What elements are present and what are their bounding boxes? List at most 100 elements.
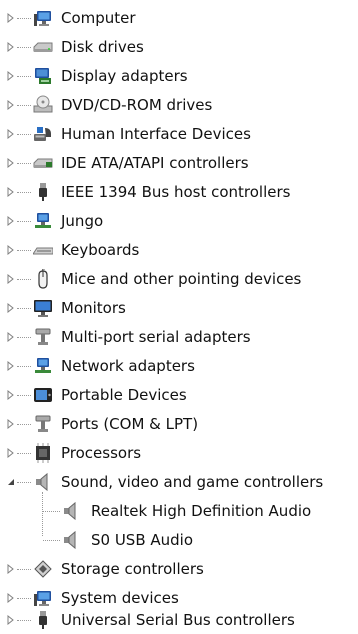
tree-connector (17, 47, 31, 48)
network-computer-icon (33, 211, 53, 231)
expand-arrow-icon[interactable] (6, 100, 16, 110)
ide-controller-icon (33, 153, 53, 173)
tree-item-ports[interactable]: Ports (COM & LPT) (0, 410, 358, 438)
tree-item-label: Mice and other pointing devices (61, 270, 302, 288)
display-adapter-icon (33, 66, 53, 86)
tree-item-label: Monitors (61, 299, 126, 317)
processor-icon (33, 443, 53, 463)
expand-arrow-icon[interactable] (6, 71, 16, 81)
tree-item-label: Human Interface Devices (61, 125, 251, 143)
expand-arrow-icon[interactable] (6, 419, 16, 429)
tree-item-label: System devices (61, 589, 179, 607)
tree-item-label: Sound, video and game controllers (61, 473, 324, 491)
tree-connector (17, 105, 31, 106)
tree-item-ide-controllers[interactable]: IDE ATA/ATAPI controllers (0, 149, 358, 177)
expand-arrow-icon[interactable] (6, 564, 16, 574)
tree-item-ieee1394-controllers[interactable]: IEEE 1394 Bus host controllers (0, 178, 358, 206)
dvd-drive-icon (33, 95, 53, 115)
tree-item-storage-controllers[interactable]: Storage controllers (0, 555, 358, 583)
tree-connector (17, 279, 31, 280)
tree-item-label: Network adapters (61, 357, 195, 375)
expand-arrow-icon[interactable] (6, 303, 16, 313)
tree-item-realtek-audio[interactable]: Realtek High Definition Audio (0, 497, 358, 525)
tree-item-label: Multi-port serial adapters (61, 328, 251, 346)
tree-item-disk-drives[interactable]: Disk drives (0, 33, 358, 61)
tree-connector (17, 395, 31, 396)
expand-arrow-icon[interactable] (6, 187, 16, 197)
tree-item-display-adapters[interactable]: Display adapters (0, 62, 358, 90)
tree-connector (17, 250, 31, 251)
tree-item-label: Computer (61, 9, 136, 27)
tree-connector (17, 76, 31, 77)
expand-arrow-icon[interactable] (6, 13, 16, 23)
storage-controller-icon (33, 559, 53, 579)
tree-item-mice[interactable]: Mice and other pointing devices (0, 265, 358, 293)
tree-item-dvd-cdrom-drives[interactable]: DVD/CD-ROM drives (0, 91, 358, 119)
usb-icon (33, 610, 53, 630)
tree-item-label: Realtek High Definition Audio (91, 502, 312, 520)
tree-connector (17, 424, 31, 425)
expand-arrow-icon[interactable] (6, 361, 16, 371)
tree-connector (17, 482, 31, 483)
tree-item-usb-controllers[interactable]: Universal Serial Bus controllers (0, 606, 358, 634)
network-adapter-icon (33, 356, 53, 376)
expand-arrow-icon[interactable] (6, 158, 16, 168)
tree-item-sound-video-game[interactable]: Sound, video and game controllers (0, 468, 358, 496)
tree-item-label: Processors (61, 444, 142, 462)
tree-item-portable-devices[interactable]: Portable Devices (0, 381, 358, 409)
tree-item-label: IEEE 1394 Bus host controllers (61, 183, 291, 201)
tree-connector (17, 366, 31, 367)
expand-arrow-icon[interactable] (6, 245, 16, 255)
monitor-icon (33, 298, 53, 318)
expand-arrow-icon[interactable] (6, 615, 16, 625)
expand-arrow-icon[interactable] (6, 593, 16, 603)
tree-connector (17, 192, 31, 193)
expand-arrow-icon[interactable] (6, 448, 16, 458)
tree-connector (17, 221, 31, 222)
tree-item-multiport-serial[interactable]: Multi-port serial adapters (0, 323, 358, 351)
keyboard-icon (33, 240, 53, 260)
expand-arrow-icon[interactable] (6, 42, 16, 52)
tree-item-keyboards[interactable]: Keyboards (0, 236, 358, 264)
system-device-icon (33, 588, 53, 608)
tree-item-label: S0 USB Audio (91, 531, 194, 549)
firewire-icon (33, 182, 53, 202)
speaker-icon (61, 530, 81, 550)
tree-item-label: Keyboards (61, 241, 140, 259)
tree-item-jungo[interactable]: Jungo (0, 207, 358, 235)
tree-item-label: Ports (COM & LPT) (61, 415, 199, 433)
tree-item-human-interface-devices[interactable]: Human Interface Devices (0, 120, 358, 148)
disk-drive-icon (33, 37, 53, 57)
tree-item-network-adapters[interactable]: Network adapters (0, 352, 358, 380)
tree-item-monitors[interactable]: Monitors (0, 294, 358, 322)
tree-connector (17, 134, 31, 135)
tree-connector (43, 540, 60, 541)
tree-connector (17, 453, 31, 454)
tree-connector (17, 598, 31, 599)
tree-item-label: DVD/CD-ROM drives (61, 96, 213, 114)
tree-item-computer[interactable]: Computer (0, 4, 358, 32)
tree-item-label: IDE ATA/ATAPI controllers (61, 154, 249, 172)
serial-port-icon (33, 327, 53, 347)
expand-arrow-icon[interactable] (6, 332, 16, 342)
tree-item-s0-usb-audio[interactable]: S0 USB Audio (0, 526, 358, 554)
expand-arrow-icon[interactable] (6, 216, 16, 226)
portable-device-icon (33, 385, 53, 405)
tree-connector (17, 308, 31, 309)
tree-item-label: Storage controllers (61, 560, 204, 578)
expand-arrow-icon[interactable] (6, 390, 16, 400)
tree-item-processors[interactable]: Processors (0, 439, 358, 467)
tree-item-label: Portable Devices (61, 386, 187, 404)
tree-connector (17, 620, 31, 621)
expand-arrow-icon[interactable] (6, 274, 16, 284)
tree-item-label: Disk drives (61, 38, 144, 56)
tree-connector (17, 337, 31, 338)
tree-connector (43, 511, 60, 512)
tree-item-label: Jungo (61, 212, 104, 230)
speaker-icon (33, 472, 53, 492)
mouse-icon (33, 269, 53, 289)
expand-arrow-icon[interactable] (6, 129, 16, 139)
computer-icon (33, 8, 53, 28)
tree-item-label: Universal Serial Bus controllers (61, 611, 295, 629)
collapse-arrow-icon[interactable] (6, 477, 16, 487)
